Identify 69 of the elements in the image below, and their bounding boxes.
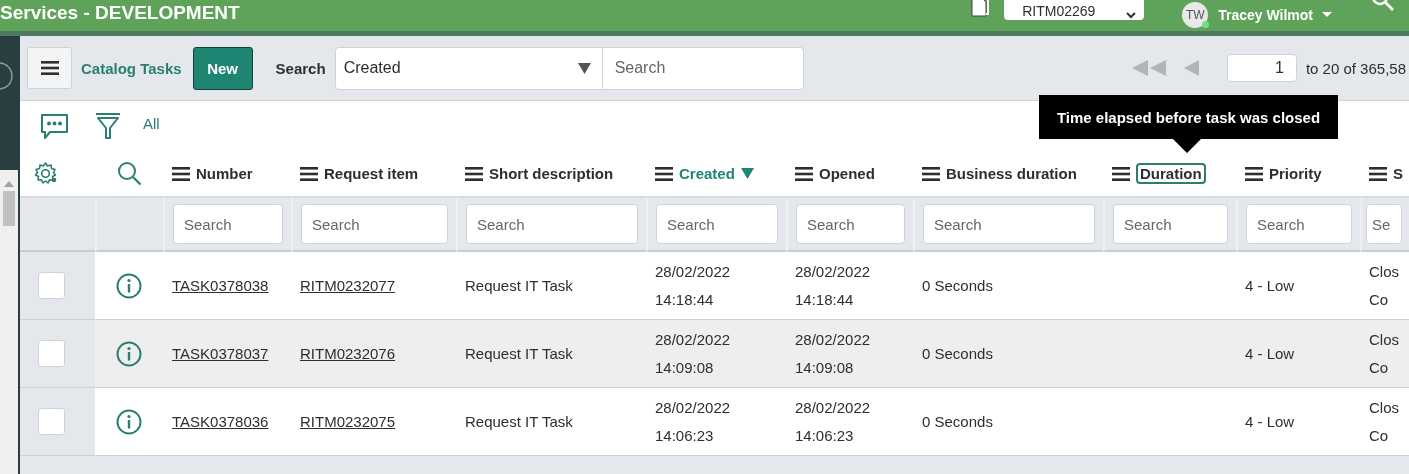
- row-checkbox[interactable]: [37, 408, 65, 435]
- search-label: Search: [275, 59, 326, 77]
- record-picker[interactable]: RITM02269: [1004, 0, 1145, 20]
- record-link[interactable]: RITM0232077: [300, 277, 396, 294]
- new-button[interactable]: New: [192, 46, 253, 90]
- filter-icon[interactable]: [95, 112, 121, 140]
- record-link[interactable]: RITM0232075: [300, 413, 396, 430]
- record-link[interactable]: TASK0378038: [172, 277, 269, 294]
- presence-dot: [1202, 21, 1210, 28]
- search-field[interactable]: Search: [602, 46, 804, 90]
- menu-icon[interactable]: [172, 166, 190, 181]
- menu-icon[interactable]: [1245, 166, 1263, 181]
- record-link[interactable]: TASK0378036: [172, 413, 269, 430]
- column-search-field[interactable]: Search: [923, 204, 1095, 244]
- table-cell: 28/02/2022 14:09:08: [646, 320, 786, 388]
- menu-icon[interactable]: [1369, 166, 1387, 181]
- settings-icon[interactable]: [33, 161, 58, 186]
- info-icon[interactable]: [116, 340, 142, 367]
- table-cell: 4 - Low: [1236, 320, 1360, 388]
- row-checkbox[interactable]: [37, 340, 65, 367]
- dropdown-icon: [577, 62, 591, 74]
- column-header[interactable]: Business duration: [918, 162, 1081, 185]
- column-header[interactable]: Priority: [1241, 162, 1326, 185]
- info-icon[interactable]: [116, 408, 142, 435]
- column-search-field[interactable]: Search: [656, 204, 778, 244]
- record-link[interactable]: RITM0232076: [300, 345, 396, 362]
- record-link[interactable]: TASK0378037: [172, 345, 269, 362]
- caret-icon[interactable]: [1321, 11, 1333, 19]
- menu-icon[interactable]: [465, 166, 483, 181]
- column-search-field[interactable]: Search: [1113, 204, 1228, 244]
- column-header[interactable]: Short description: [461, 162, 618, 185]
- column-header[interactable]: Number: [168, 162, 257, 185]
- menu-icon[interactable]: [300, 166, 318, 181]
- user-avatar[interactable]: TW: [1182, 2, 1209, 28]
- search-icon[interactable]: [116, 161, 142, 186]
- app-title: Services - DEVELOPMENT: [0, 2, 240, 24]
- menu-icon[interactable]: [922, 166, 940, 181]
- column-header[interactable]: S: [1365, 162, 1407, 185]
- list-title[interactable]: Catalog Tasks: [81, 59, 182, 77]
- search-field-select[interactable]: Created: [334, 46, 603, 90]
- column-header[interactable]: Opened: [791, 162, 879, 185]
- documents-icon[interactable]: [968, 0, 991, 18]
- table-cell: 28/02/2022 14:09:08: [786, 320, 913, 388]
- column-header[interactable]: Created: [651, 162, 758, 185]
- menu-icon[interactable]: [40, 61, 59, 75]
- row-checkbox[interactable]: [37, 272, 65, 299]
- table-cell: Request IT Task: [456, 320, 646, 388]
- chat-icon[interactable]: [40, 112, 69, 140]
- column-search-field[interactable]: Search: [1246, 204, 1352, 244]
- record-range: to 20 of 365,58: [1305, 59, 1406, 77]
- scrollbar-thumb[interactable]: [3, 191, 15, 226]
- column-search-field[interactable]: Search: [173, 204, 283, 244]
- user-initials: TW: [1185, 8, 1205, 22]
- filter-breadcrumb[interactable]: All: [143, 114, 160, 132]
- chevron-icon: [1126, 12, 1137, 20]
- sort-descending-icon[interactable]: [740, 168, 754, 179]
- menu-button[interactable]: [27, 47, 72, 89]
- column-search-field[interactable]: Search: [301, 204, 448, 244]
- table-cell: Clos Co: [1360, 320, 1409, 388]
- menu-icon[interactable]: [1112, 166, 1130, 181]
- column-search-field[interactable]: Search: [466, 204, 638, 244]
- menu-icon[interactable]: [795, 166, 813, 181]
- menu-icon[interactable]: [655, 166, 673, 181]
- column-search-field[interactable]: Se: [1366, 204, 1402, 244]
- page-field[interactable]: 1: [1226, 54, 1297, 82]
- column-header[interactable]: Request item: [296, 162, 423, 185]
- column-search-field[interactable]: Search: [796, 204, 905, 244]
- table-cell: 0 Seconds: [913, 320, 1103, 388]
- info-icon[interactable]: [116, 272, 142, 299]
